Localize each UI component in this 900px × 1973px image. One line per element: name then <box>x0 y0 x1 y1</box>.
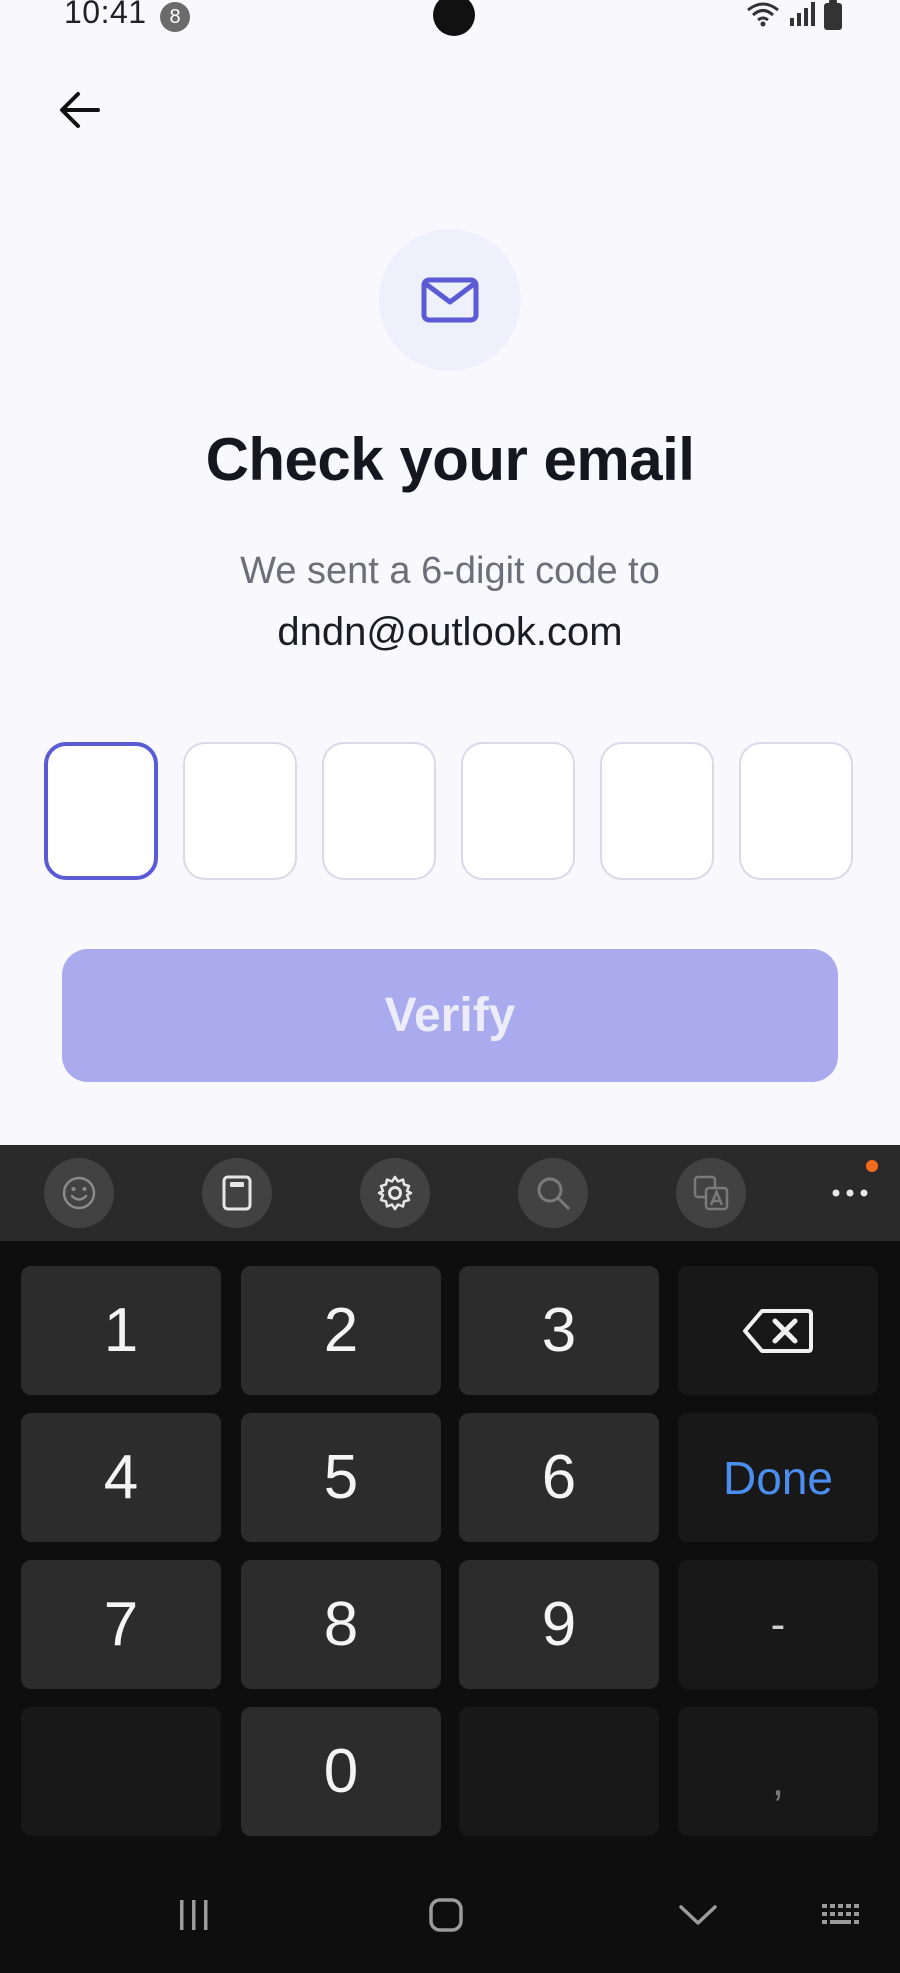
hide-keyboard-button[interactable] <box>658 1885 738 1945</box>
key-2[interactable]: 2 <box>241 1266 441 1395</box>
more-icon <box>832 1189 868 1197</box>
backspace-key[interactable] <box>678 1266 878 1395</box>
code-digit-input-1[interactable] <box>44 742 158 880</box>
mail-icon <box>421 277 479 323</box>
keyboard-toolbar <box>0 1145 900 1241</box>
key-0[interactable]: 0 <box>241 1707 441 1836</box>
key-3[interactable]: 3 <box>459 1266 659 1395</box>
notification-count-badge: 8 <box>160 2 190 32</box>
translate-button[interactable] <box>676 1158 746 1228</box>
code-digit-input-6[interactable] <box>739 742 853 880</box>
backspace-icon <box>743 1308 813 1353</box>
key-7[interactable]: 7 <box>21 1560 221 1689</box>
done-key[interactable]: Done <box>678 1413 878 1542</box>
emoji-button[interactable] <box>44 1158 114 1228</box>
arrow-left-icon <box>60 92 100 128</box>
search-icon <box>537 1177 570 1210</box>
code-digit-input-5[interactable] <box>600 742 714 880</box>
key-6[interactable]: 6 <box>459 1413 659 1542</box>
wifi-icon <box>747 2 779 27</box>
keyboard-switch-button[interactable] <box>802 1885 882 1945</box>
email-address: dndn@outlook.com <box>277 610 623 654</box>
page-title: Check your email <box>205 426 695 493</box>
status-icons <box>746 0 842 32</box>
numeric-keyboard: 1 2 3 4 5 6 Done 7 8 9 - 0 , <box>0 1241 900 1863</box>
code-input-row <box>44 742 856 884</box>
camera-cutout <box>433 0 475 36</box>
signal-icon <box>790 2 815 26</box>
clipboard-icon <box>222 1175 252 1211</box>
status-time: 10:41 <box>64 0 147 30</box>
key-8[interactable]: 8 <box>241 1560 441 1689</box>
keyboard-switch-icon <box>822 1904 859 1924</box>
system-nav-bar <box>0 1863 900 1973</box>
verify-button[interactable]: Verify <box>62 949 838 1082</box>
search-button[interactable] <box>518 1158 588 1228</box>
status-bar: 10:41 8 <box>0 0 900 38</box>
code-digit-input-2[interactable] <box>183 742 297 880</box>
minus-key[interactable]: - <box>678 1560 878 1689</box>
home-icon <box>429 1898 463 1932</box>
recents-button[interactable] <box>154 1885 234 1945</box>
translate-icon <box>693 1175 729 1211</box>
notification-dot <box>866 1160 878 1172</box>
mail-icon-container <box>379 229 521 371</box>
key-5[interactable]: 5 <box>241 1413 441 1542</box>
comma-key[interactable]: , <box>678 1707 878 1836</box>
empty-key-right <box>459 1707 659 1836</box>
battery-icon <box>824 0 842 30</box>
key-9[interactable]: 9 <box>459 1560 659 1689</box>
clipboard-button[interactable] <box>202 1158 272 1228</box>
empty-key-left <box>21 1707 221 1836</box>
page-subtitle: We sent a 6-digit code to <box>240 550 660 592</box>
code-digit-input-4[interactable] <box>461 742 575 880</box>
back-button[interactable] <box>50 80 110 140</box>
emoji-icon <box>62 1176 96 1210</box>
settings-button[interactable] <box>360 1158 430 1228</box>
recents-icon <box>180 1900 208 1930</box>
home-button[interactable] <box>406 1885 486 1945</box>
hide-keyboard-icon <box>679 1905 717 1925</box>
code-digit-input-3[interactable] <box>322 742 436 880</box>
key-1[interactable]: 1 <box>21 1266 221 1395</box>
settings-icon <box>377 1175 413 1211</box>
phone-screen: 10:41 8 Check your email We sent a 6-dig… <box>0 0 900 1973</box>
verify-email-screen: 10:41 8 Check your email We sent a 6-dig… <box>0 0 900 1145</box>
key-4[interactable]: 4 <box>21 1413 221 1542</box>
